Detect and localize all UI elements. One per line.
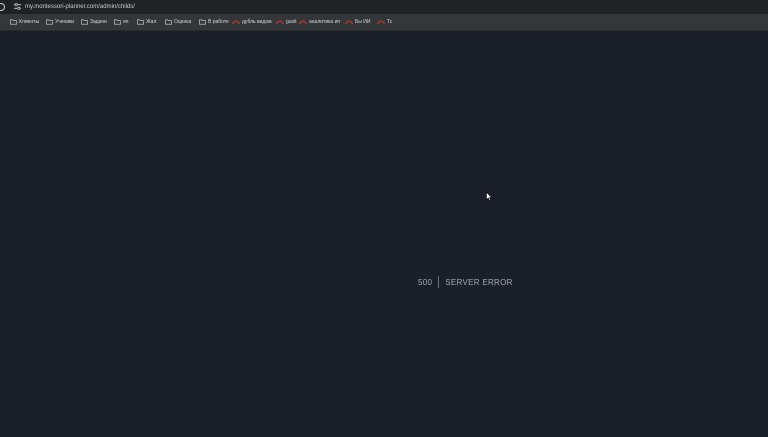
bookmark-label: Бы ИИ (355, 19, 371, 25)
red-bookmark-icon (276, 20, 284, 25)
bookmark-link[interactable]: дубль видом (232, 18, 272, 26)
url-text[interactable]: my.montessori-planner.com/admin/childs/ (25, 2, 135, 12)
folder-icon (137, 19, 144, 25)
bookmark-link[interactable]: аналитика ип (299, 18, 340, 26)
bookmark-folder[interactable]: Жал (137, 18, 156, 26)
bookmark-label: gusit (286, 19, 297, 25)
folder-icon (114, 19, 121, 25)
bookmark-label: аналитика ип (309, 19, 341, 25)
bookmark-label: ип (123, 19, 129, 25)
page-viewport (0, 31, 768, 437)
red-bookmark-icon (232, 20, 240, 25)
folder-icon (81, 19, 88, 25)
error-text: SERVER ERROR (445, 277, 513, 287)
bookmark-folder[interactable]: Ученики (46, 18, 74, 26)
bookmark-folder[interactable]: Оценка (165, 18, 191, 26)
bookmark-label: Оценка (174, 19, 192, 25)
site-settings-icon[interactable] (13, 2, 22, 11)
folder-icon (46, 19, 53, 25)
error-message: 500 SERVER ERROR (418, 276, 513, 288)
folder-icon (10, 19, 17, 25)
bookmark-folder[interactable]: Задачи (81, 18, 107, 26)
mouse-cursor-icon (486, 192, 492, 201)
folder-icon (165, 19, 172, 25)
red-bookmark-icon (377, 20, 385, 25)
bookmark-label: Ученики (55, 19, 75, 25)
folder-icon (199, 19, 206, 25)
bookmark-label: В работе (208, 19, 229, 25)
address-bar: my.montessori-planner.com/admin/childs/ (0, 0, 768, 14)
bookmark-folder[interactable]: ип (114, 18, 129, 26)
error-code: 500 (418, 277, 433, 287)
bookmark-folder[interactable]: Клиенты (10, 18, 39, 26)
bookmark-link[interactable]: gusit (276, 18, 297, 26)
bookmarks-bar: Клиенты Ученики Задачи ип Жал Оценка В р… (0, 14, 768, 31)
bookmark-label: Тс (387, 19, 393, 25)
bookmark-folder[interactable]: В работе (199, 18, 229, 26)
bookmark-link[interactable]: Бы ИИ (345, 18, 370, 26)
bookmark-label: Жал (146, 19, 157, 25)
bookmark-link[interactable]: Тс (377, 18, 392, 26)
bookmark-label: дубль видом (242, 19, 272, 25)
browser-edge-icon (0, 3, 5, 11)
red-bookmark-icon (299, 20, 307, 25)
bookmark-label: Клиенты (19, 19, 40, 25)
error-divider (438, 276, 440, 288)
red-bookmark-icon (345, 20, 353, 25)
bookmark-label: Задачи (90, 19, 107, 25)
